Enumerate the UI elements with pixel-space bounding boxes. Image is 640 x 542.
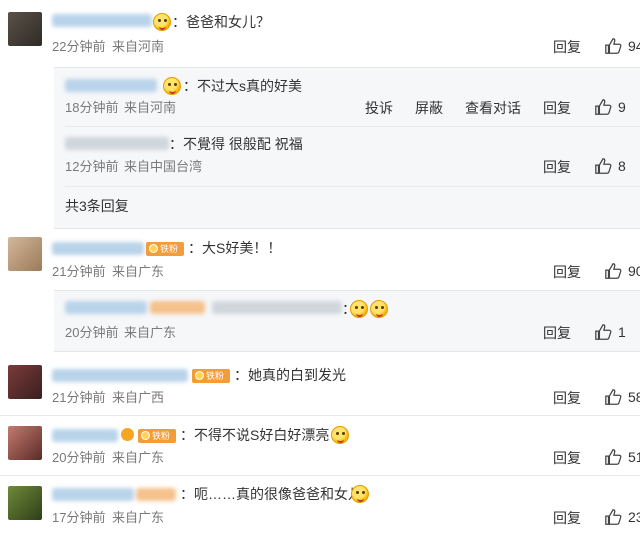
username-blurred[interactable] xyxy=(52,369,188,382)
divider xyxy=(0,475,640,476)
like-button[interactable]: 90 xyxy=(604,262,640,280)
reply-location: 来自河南 xyxy=(124,100,177,115)
thumbs-up-icon xyxy=(605,263,622,279)
username-blurred[interactable] xyxy=(52,14,152,27)
like-count: 8 xyxy=(618,158,626,174)
avatar[interactable] xyxy=(8,426,42,460)
avatar[interactable] xyxy=(8,365,42,399)
comment-time: 21分钟前 xyxy=(52,390,106,405)
thumbs-up-icon xyxy=(595,99,612,115)
username-blurred[interactable] xyxy=(65,301,147,314)
divider xyxy=(65,186,640,187)
block-button[interactable]: 屏蔽 xyxy=(415,99,443,117)
comment-text: ：呃……真的很像爸爸和女儿 xyxy=(180,486,362,502)
comment-text: ：她真的白到发光 xyxy=(234,367,346,383)
reply-time: 18分钟前 xyxy=(65,100,119,115)
username-blurred[interactable] xyxy=(52,429,118,442)
avatar[interactable] xyxy=(8,12,42,46)
reply-button[interactable]: 回复 xyxy=(553,263,581,281)
like-count: 51 xyxy=(628,449,640,465)
comment-location: 来自广东 xyxy=(112,510,165,525)
thumbs-up-icon xyxy=(605,389,622,405)
like-count: 9 xyxy=(618,99,626,115)
reply-button[interactable]: 回复 xyxy=(553,509,581,527)
emoji-icon xyxy=(163,77,181,95)
like-count: 58 xyxy=(628,389,640,405)
fan-badge: 铁粉 xyxy=(138,429,176,443)
reply-location: 来自中国台湾 xyxy=(124,159,203,174)
divider xyxy=(65,126,640,127)
emoji-icon xyxy=(350,300,368,318)
reply-button[interactable]: 回复 xyxy=(553,449,581,467)
reply-time: 12分钟前 xyxy=(65,159,119,174)
reply-button[interactable]: 回复 xyxy=(543,158,571,176)
comment-time: 17分钟前 xyxy=(52,510,106,525)
reply-button[interactable]: 回复 xyxy=(553,389,581,407)
report-button[interactable]: 投诉 xyxy=(365,99,393,117)
comment-location: 来自河南 xyxy=(112,39,165,54)
avatar[interactable] xyxy=(8,486,42,520)
like-button[interactable]: 1 xyxy=(594,323,626,341)
comment-time: 20分钟前 xyxy=(52,450,106,465)
view-conversation-button[interactable]: 查看对话 xyxy=(465,99,521,117)
like-count: 90 xyxy=(628,263,640,279)
like-count: 23 xyxy=(628,509,640,525)
emoji-icon xyxy=(370,300,388,318)
thumbs-up-icon xyxy=(595,324,612,340)
comment-location: 来自广西 xyxy=(112,390,165,405)
divider xyxy=(0,415,640,416)
verified-icon xyxy=(121,428,134,441)
fan-badge: 铁粉 xyxy=(192,369,230,383)
emoji-icon xyxy=(331,426,349,444)
comment-location: 来自广东 xyxy=(112,450,165,465)
comment-time: 21分钟前 xyxy=(52,264,106,279)
username-blurred[interactable] xyxy=(65,79,157,92)
comment-text: ：爸爸和女儿？ xyxy=(172,14,270,30)
thumbs-up-icon xyxy=(605,449,622,465)
username-blurred[interactable] xyxy=(150,301,205,314)
like-button[interactable]: 58 xyxy=(604,388,640,406)
username-blurred[interactable] xyxy=(136,488,176,501)
reply-text: ：不覺得 很般配 祝福 xyxy=(169,136,303,152)
reply-button[interactable]: 回复 xyxy=(553,38,581,56)
reply-location: 来自广东 xyxy=(124,325,177,340)
username-blurred[interactable] xyxy=(65,137,169,150)
like-count: 1 xyxy=(618,324,626,340)
reply-text: ：不过大s真的好美 xyxy=(183,78,302,94)
like-count: 94 xyxy=(628,38,640,54)
emoji-icon xyxy=(351,485,369,503)
username-blurred[interactable] xyxy=(52,488,134,501)
thumbs-up-icon xyxy=(605,38,622,54)
username-blurred[interactable] xyxy=(212,301,342,314)
comment-text: ：大S好美！！ xyxy=(188,240,282,256)
more-replies-link[interactable]: 共3条回复 xyxy=(65,197,129,215)
like-button[interactable]: 51 xyxy=(604,448,640,466)
thumbs-up-icon xyxy=(595,158,612,174)
avatar[interactable] xyxy=(8,237,42,271)
like-button[interactable]: 8 xyxy=(594,157,626,175)
reply-button[interactable]: 回复 xyxy=(543,99,571,117)
reply-time: 20分钟前 xyxy=(65,325,119,340)
thumbs-up-icon xyxy=(605,509,622,525)
like-button[interactable]: 9 xyxy=(594,98,626,116)
emoji-icon xyxy=(153,13,171,31)
like-button[interactable]: 94 xyxy=(604,37,640,55)
fan-badge: 铁粉 xyxy=(146,242,184,256)
comment-time: 22分钟前 xyxy=(52,39,106,54)
comment-text: ：不得不说S好白好漂亮 xyxy=(180,427,330,443)
comment-location: 来自广东 xyxy=(112,264,165,279)
like-button[interactable]: 23 xyxy=(604,508,640,526)
reply-button[interactable]: 回复 xyxy=(543,324,571,342)
username-blurred[interactable] xyxy=(52,242,144,255)
